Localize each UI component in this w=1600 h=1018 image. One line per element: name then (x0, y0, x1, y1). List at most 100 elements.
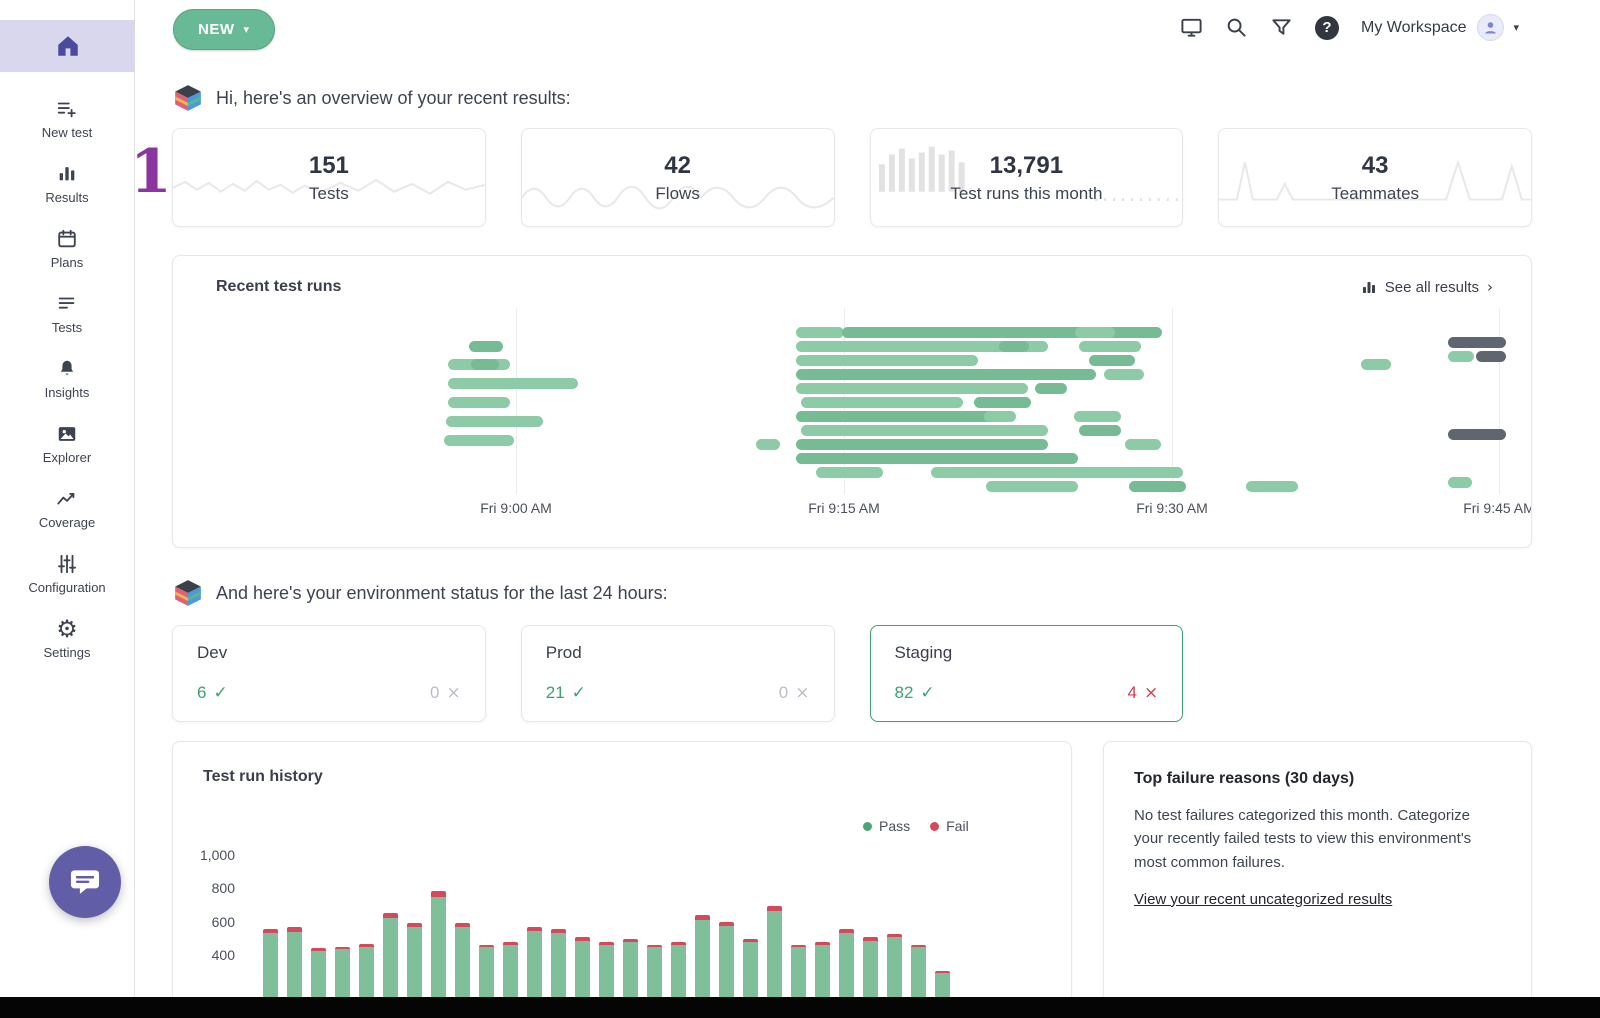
test-run-history-card: Test run history Pass Fail 1,00080060040… (172, 741, 1072, 1018)
pass-check-icon: ✓ (572, 683, 586, 703)
test-run-bar[interactable] (1079, 425, 1121, 436)
test-run-bar[interactable] (1089, 355, 1135, 366)
test-run-bar[interactable] (796, 369, 1096, 380)
sidebar-item-configuration[interactable]: Configuration (0, 541, 134, 606)
recent-test-runs-card: Recent test runs See all results › Fri 9… (172, 255, 1532, 548)
uncategorized-results-link[interactable]: View your recent uncategorized results (1134, 891, 1392, 908)
env-card-prod[interactable]: Prod 21✓ 0× (521, 625, 835, 722)
test-run-bar[interactable] (1075, 327, 1115, 338)
gantt-chart[interactable]: Fri 9:00 AMFri 9:15 AMFri 9:30 AMFri 9:4… (173, 256, 1531, 547)
test-run-bar[interactable] (796, 411, 1008, 422)
test-run-bar[interactable] (984, 411, 1016, 422)
sidebar-item-explorer[interactable]: Explorer (0, 411, 134, 476)
env-pass-count: 6 (197, 683, 206, 703)
help-icon[interactable]: ? (1315, 16, 1339, 40)
test-run-bar[interactable] (1448, 477, 1472, 488)
monitor-icon[interactable] (1180, 16, 1203, 39)
env-name: Dev (197, 643, 461, 663)
sidebar-item-coverage[interactable]: Coverage (0, 476, 134, 541)
stat-card-test-runs[interactable]: 13,791 Test runs this month (870, 128, 1184, 227)
search-icon[interactable] (1225, 16, 1248, 39)
workspace-menu[interactable]: My Workspace ▾ (1361, 14, 1519, 41)
env-fail-count: 0 (430, 683, 439, 703)
test-run-bar[interactable] (1361, 359, 1391, 370)
test-run-bar[interactable] (801, 397, 963, 408)
test-run-bar[interactable] (1246, 481, 1298, 492)
history-y-tick: 400 (173, 946, 235, 964)
test-run-bar[interactable] (974, 397, 1031, 408)
results-icon (56, 163, 78, 185)
failure-reasons-title: Top failure reasons (30 days) (1134, 770, 1501, 788)
test-run-bar[interactable] (796, 327, 844, 338)
stat-card-tests[interactable]: 151 Tests (172, 128, 486, 227)
test-run-bar[interactable] (986, 481, 1078, 492)
test-run-bar[interactable] (1129, 481, 1186, 492)
test-run-bar[interactable] (931, 467, 1183, 478)
stat-label: Flows (655, 184, 699, 204)
test-run-bar[interactable] (1448, 337, 1506, 348)
test-run-bar[interactable] (1448, 351, 1474, 362)
test-run-bar[interactable] (1079, 341, 1141, 352)
env-name: Staging (895, 643, 1159, 663)
stat-label: Test runs this month (950, 184, 1102, 204)
test-run-bar[interactable] (756, 439, 780, 450)
test-run-bar[interactable] (796, 453, 1078, 464)
history-y-tick: 600 (173, 913, 235, 931)
sidebar-item-label: Insights (45, 385, 90, 400)
fail-x-icon: × (795, 683, 809, 703)
test-run-bar[interactable] (1035, 383, 1067, 394)
test-run-bar[interactable] (1125, 439, 1161, 450)
test-run-bar[interactable] (801, 425, 1048, 436)
gantt-axis-label: Fri 9:00 AM (480, 500, 552, 516)
chevron-down-icon: ▾ (1514, 21, 1520, 34)
sidebar-item-home[interactable] (0, 20, 135, 72)
test-run-bar[interactable] (1476, 351, 1506, 362)
sidebar-item-label: Results (45, 190, 88, 205)
sidebar-item-tests[interactable]: Tests (0, 281, 134, 346)
test-run-bar[interactable] (999, 341, 1029, 352)
test-run-bar[interactable] (469, 341, 503, 352)
chat-launcher-button[interactable] (49, 846, 121, 918)
history-chart[interactable]: 1,000800600400 (173, 742, 1071, 1018)
chevron-down-icon: ▾ (244, 23, 250, 36)
fail-x-icon: × (447, 683, 461, 703)
test-run-bar[interactable] (816, 467, 883, 478)
pass-check-icon: ✓ (920, 683, 934, 703)
gear-icon: ⚙ (56, 618, 78, 640)
sidebar-item-results[interactable]: Results (0, 151, 134, 216)
stat-value: 42 (664, 152, 691, 180)
trend-up-icon (56, 488, 78, 510)
test-run-bar[interactable] (446, 416, 543, 427)
test-run-bar[interactable] (1104, 369, 1144, 380)
test-run-bar[interactable] (471, 359, 499, 370)
sidebar-item-settings[interactable]: ⚙ Settings (0, 606, 134, 671)
stat-label: Teammates (1331, 184, 1419, 204)
filter-icon[interactable] (1270, 16, 1293, 39)
test-run-bar[interactable] (796, 383, 1028, 394)
env-card-staging[interactable]: Staging 82✓ 4× (870, 625, 1184, 722)
test-run-bar[interactable] (444, 435, 514, 446)
stat-card-flows[interactable]: 42 Flows (521, 128, 835, 227)
stat-card-teammates[interactable]: 43 Teammates (1218, 128, 1532, 227)
app-logo-icon (173, 84, 203, 112)
sidebar-item-insights[interactable]: Insights (0, 346, 134, 411)
test-run-bar[interactable] (448, 397, 510, 408)
environment-greeting-text: And here's your environment status for t… (216, 583, 668, 604)
new-button[interactable]: NEW ▾ (173, 9, 275, 50)
see-all-results-link[interactable]: See all results › (1361, 278, 1493, 296)
test-run-bar[interactable] (796, 355, 978, 366)
test-run-bar[interactable] (448, 378, 578, 389)
topbar-actions: ? My Workspace ▾ (1180, 14, 1519, 41)
test-run-bar[interactable] (1074, 411, 1121, 422)
test-run-bar[interactable] (1448, 429, 1506, 440)
see-all-results-label: See all results (1385, 279, 1479, 296)
chat-bubble-icon (68, 865, 102, 899)
test-run-bar[interactable] (796, 439, 1048, 450)
app-logo-icon (173, 579, 203, 607)
new-test-icon (56, 98, 78, 120)
sidebar-item-new-test[interactable]: New test (0, 86, 134, 151)
overview-greeting: Hi, here's an overview of your recent re… (173, 84, 571, 112)
sidebar-item-plans[interactable]: Plans (0, 216, 134, 281)
env-card-dev[interactable]: Dev 6✓ 0× (172, 625, 486, 722)
sidebar-item-label: Coverage (39, 515, 95, 530)
